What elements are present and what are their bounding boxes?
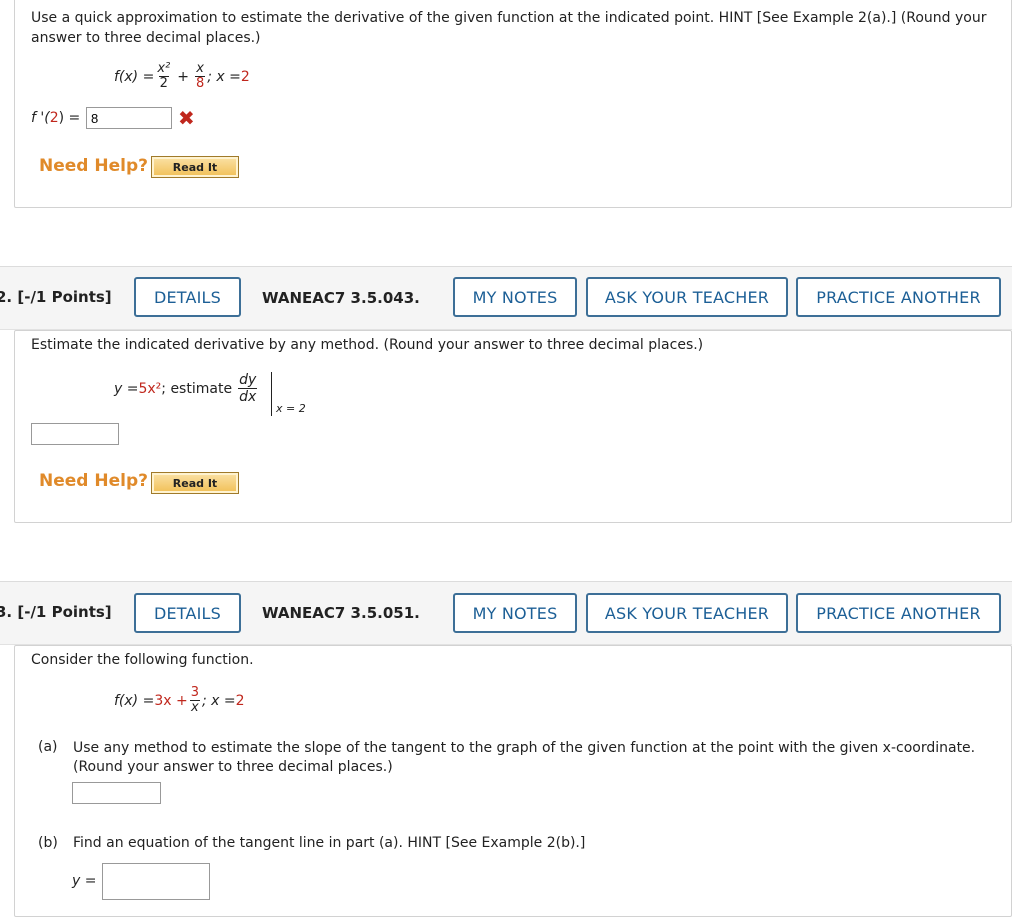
q3-part-a-label: (a) — [38, 739, 58, 755]
q1-answer-label: f '(2) = — [31, 110, 81, 126]
ask-teacher-button[interactable]: ASK YOUR TEACHER — [586, 277, 788, 317]
q1-instruction: Use a quick approximation to estimate th… — [31, 10, 987, 46]
question-2-panel — [14, 330, 1012, 523]
q2-instruction: Estimate the indicated derivative by any… — [31, 337, 704, 353]
q2-problem-code: WANEAC7 3.5.043. — [262, 289, 420, 307]
need-help-label: Need Help? — [39, 471, 148, 491]
q3-problem-code: WANEAC7 3.5.051. — [262, 604, 420, 622]
details-button[interactable]: DETAILS — [134, 277, 241, 317]
q3-intro: Consider the following function. — [31, 652, 254, 668]
q3-y-equals-label: y = — [72, 873, 97, 889]
x-mark-icon: ✖ — [178, 106, 195, 130]
need-help-label: Need Help? — [39, 156, 148, 176]
q3-part-b-label: (b) — [38, 835, 58, 851]
q3-part-b-text: Find an equation of the tangent line in … — [73, 835, 586, 851]
q3-part-a-text: Use any method to estimate the slope of … — [73, 740, 976, 775]
q2-answer-input[interactable] — [31, 423, 119, 445]
q1-function: f(x) = x² 2 + x 8 ; x = 2 — [114, 61, 250, 91]
q3-points: 3. [-/1 Points] — [0, 603, 112, 621]
practice-another-button[interactable]: PRACTICE ANOTHER — [796, 593, 1001, 633]
ask-teacher-button[interactable]: ASK YOUR TEACHER — [586, 593, 788, 633]
q3-function: f(x) = 3x + 3 x ; x = 2 — [114, 685, 245, 715]
q2-expression: y = 5x² ; estimate dy dx x = 2 — [114, 372, 306, 416]
q2-points: 2. [-/1 Points] — [0, 288, 112, 306]
read-it-button[interactable]: Read It — [151, 472, 239, 494]
my-notes-button[interactable]: MY NOTES — [453, 277, 577, 317]
my-notes-button[interactable]: MY NOTES — [453, 593, 577, 633]
practice-another-button[interactable]: PRACTICE ANOTHER — [796, 277, 1001, 317]
q1-answer-input[interactable] — [86, 107, 172, 129]
details-button[interactable]: DETAILS — [134, 593, 241, 633]
q3-part-b-input[interactable] — [102, 863, 210, 900]
q3-part-a-input[interactable] — [72, 782, 161, 804]
read-it-button[interactable]: Read It — [151, 156, 239, 178]
